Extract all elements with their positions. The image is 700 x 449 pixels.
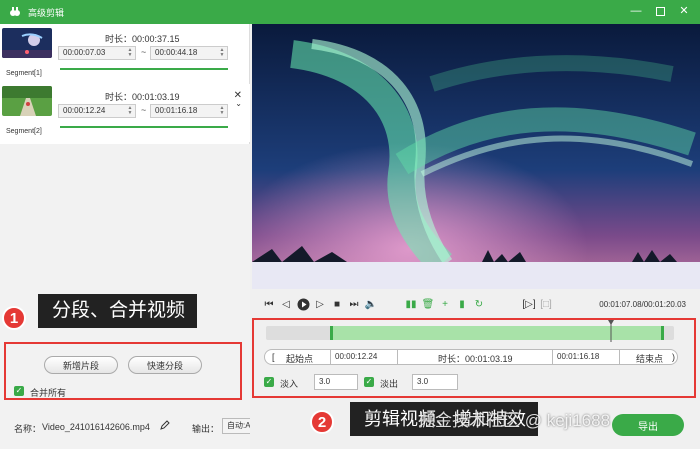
spinner-icon[interactable]: ▲ ▼ bbox=[218, 48, 226, 58]
segment-progress-bar bbox=[60, 68, 228, 70]
export-button[interactable]: 导出 bbox=[612, 414, 684, 436]
step-back-icon[interactable]: ◁ bbox=[279, 297, 293, 311]
app-logo-icon bbox=[8, 5, 22, 19]
fade-out-label: 淡出 bbox=[380, 379, 399, 389]
annotation-badge-1: 1 bbox=[2, 306, 26, 330]
segment-start-input[interactable]: 00:00:12.24 ▲ ▼ bbox=[58, 104, 136, 118]
segment-thumbnail bbox=[2, 28, 52, 58]
segment-start-value: 00:00:12.24 bbox=[63, 106, 106, 115]
fade-in-label: 淡入 bbox=[280, 379, 299, 389]
stop-icon[interactable]: ■ bbox=[330, 297, 344, 311]
annotation-badge-2: 2 bbox=[310, 410, 334, 434]
window-title: 高级剪辑 bbox=[28, 7, 65, 18]
start-time-input[interactable]: 00:00:12.24 bbox=[330, 349, 398, 365]
mark-out-icon[interactable]: [□] bbox=[539, 297, 553, 311]
fade-in-input[interactable]: 3.0 bbox=[314, 374, 358, 390]
spinner-icon[interactable]: ▲ ▼ bbox=[218, 106, 226, 116]
playhead-icon[interactable] bbox=[608, 320, 614, 342]
spinner-icon[interactable]: ▲ ▼ bbox=[126, 48, 134, 58]
start-time-value: 00:00:12.24 bbox=[335, 352, 378, 361]
reset-icon[interactable]: ↻ bbox=[472, 297, 486, 311]
delete-icon[interactable]: 🗑 bbox=[421, 297, 435, 311]
segment-end-value: 00:00:44.18 bbox=[155, 48, 198, 57]
fade-out-input[interactable]: 3.0 bbox=[412, 374, 458, 390]
video-preview[interactable] bbox=[252, 24, 700, 289]
range-controls: [▷] [□] bbox=[522, 296, 556, 312]
playback-timecode: 00:01:07.08/00:01:20.03 bbox=[599, 300, 686, 309]
fade-out-value: 3.0 bbox=[417, 377, 429, 386]
marker-icon[interactable]: ▮ bbox=[455, 297, 469, 311]
segment-end-value: 00:01:16.18 bbox=[155, 106, 198, 115]
mark-in-icon[interactable]: [▷] bbox=[522, 297, 536, 311]
merge-all-checkbox[interactable]: ✓ bbox=[14, 386, 24, 396]
volume-icon[interactable]: 🔈 bbox=[364, 297, 378, 311]
segment-progress-bar bbox=[60, 126, 228, 128]
trim-duration: 时长：00:01:03.19 bbox=[438, 354, 513, 364]
merge-all-label: 合并所有 bbox=[30, 388, 67, 398]
segment-end-input[interactable]: 00:01:16.18 ▲ ▼ bbox=[150, 104, 228, 118]
edit-name-icon[interactable] bbox=[160, 420, 170, 432]
quick-split-button[interactable]: 快速分段 bbox=[128, 356, 202, 374]
left-panel: Segment[1] 时长：00:00:37.15 00:00:07.03 ▲ ▼… bbox=[0, 24, 250, 449]
name-label: 名称： bbox=[14, 424, 42, 434]
output-label: 输出： bbox=[192, 424, 220, 434]
player-controls: ⏮ ◁ ▷ ■ ⏭ 🔈 bbox=[262, 296, 381, 312]
skip-to-end-icon[interactable]: ⏭ bbox=[347, 297, 361, 311]
maximize-icon[interactable] bbox=[654, 5, 666, 17]
new-segment-button[interactable]: 新增片段 bbox=[44, 356, 118, 374]
segment-item-1[interactable]: Segment[1] 时长：00:00:37.15 00:00:07.03 ▲ ▼… bbox=[0, 26, 250, 84]
end-time-value: 00:01:16.18 bbox=[557, 352, 600, 361]
start-point-button[interactable]: 起始点 bbox=[286, 352, 313, 365]
segment-duration: 时长：00:01:03.19 bbox=[105, 92, 180, 102]
fade-in-checkbox[interactable]: ✓ bbox=[264, 377, 274, 387]
end-time-input[interactable]: 00:01:16.18 bbox=[552, 349, 620, 365]
edit-controls: ▮▮ 🗑 + ▮ ↻ bbox=[404, 296, 489, 312]
title-bar: 高级剪辑 — ✕ bbox=[0, 0, 700, 24]
annotation-banner-1: 分段、合并视频 bbox=[38, 294, 198, 328]
end-point-button[interactable]: 结束点 bbox=[636, 352, 663, 365]
segment-item-2[interactable]: Segment[2] 时长：00:01:03.19 00:00:12.24 ▲ ▼… bbox=[0, 84, 250, 142]
segment-start-value: 00:00:07.03 bbox=[63, 48, 106, 57]
close-icon[interactable]: ✕ bbox=[678, 5, 690, 17]
range-separator: ~ bbox=[141, 105, 147, 115]
chevron-down-icon[interactable]: ⌄ bbox=[235, 99, 242, 108]
file-name: Video_241016142606.mp4 bbox=[42, 422, 150, 432]
segment-duration: 时长：00:00:37.15 bbox=[105, 34, 180, 44]
segment-end-input[interactable]: 00:00:44.18 ▲ ▼ bbox=[150, 46, 228, 60]
segment-list: Segment[1] 时长：00:00:37.15 00:00:07.03 ▲ ▼… bbox=[0, 24, 250, 144]
fade-in-value: 3.0 bbox=[319, 377, 331, 386]
bracket-open-icon: [ bbox=[272, 352, 275, 362]
segment-thumbnail bbox=[2, 86, 52, 116]
minimize-icon[interactable]: — bbox=[630, 5, 642, 17]
play-icon[interactable] bbox=[296, 297, 310, 311]
range-separator: ~ bbox=[141, 47, 147, 57]
skip-to-start-icon[interactable]: ⏮ bbox=[262, 297, 276, 311]
segment-start-input[interactable]: 00:00:07.03 ▲ ▼ bbox=[58, 46, 136, 60]
segment-name: Segment[1] bbox=[6, 70, 42, 77]
split-icon[interactable]: ▮▮ bbox=[404, 297, 418, 311]
bracket-close-icon: ) bbox=[672, 352, 675, 362]
fade-out-checkbox[interactable]: ✓ bbox=[364, 377, 374, 387]
watermark-text: 掘金技术社区 @ keji1688 bbox=[418, 411, 611, 430]
add-icon[interactable]: + bbox=[438, 297, 452, 311]
step-forward-icon[interactable]: ▷ bbox=[313, 297, 327, 311]
segment-name: Segment[2] bbox=[6, 128, 42, 135]
spinner-icon[interactable]: ▲ ▼ bbox=[126, 106, 134, 116]
